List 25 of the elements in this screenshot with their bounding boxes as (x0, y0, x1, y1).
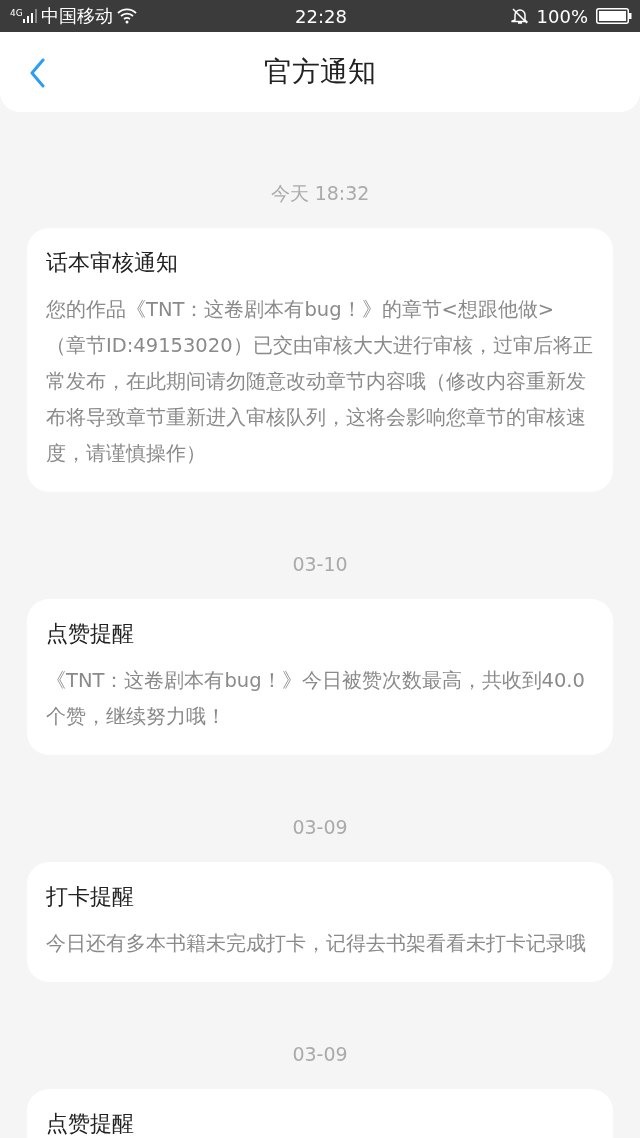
signal-icon (22, 9, 37, 23)
notification-card[interactable]: 点赞提醒 (27, 1089, 613, 1138)
date-label: 03-10 (291, 552, 349, 576)
battery-percent: 100% (536, 5, 588, 27)
page-title: 官方通知 (264, 54, 376, 90)
notification-title: 点赞提醒 (46, 1110, 135, 1138)
notification-card[interactable]: 话本审核通知 您的作品《TNT：这卷剧本有bug！》的章节<想跟他做>（章节ID:49153020）已交由审核大大进行审核，过审后将正常发布，在此期间请勿随意改动章节内容哦（修改内容重新发布将导致章节重新进入审核队列，这将会影响您章节的审核速度，请谨慎操作） (27, 228, 613, 492)
notification-text: 您的作品《TNT：这卷剧本有bug！》的章节<想跟他做>（章节ID:49153020）已交由审核大大进行审核，过审后将正常发布，在此期间请勿随意改动章节内容哦（修改内容重新发布将导致章节重新进入审核队列，这将会影响您章节的审核速度，请谨慎操作） (46, 297, 594, 467)
date-label: 今天 18:32 (269, 181, 371, 205)
battery-icon (596, 8, 632, 24)
back-icon (29, 58, 45, 88)
date-label: 03-09 (291, 1042, 349, 1066)
notification-title: 点赞提醒 (46, 620, 135, 648)
clock-time: 22:28 (295, 5, 347, 27)
network-type: 4G (10, 8, 23, 18)
notification-text: 《TNT：这卷剧本有bug！》今日被赞次数最高，共收到40.0个赞，继续努力哦！ (46, 668, 586, 730)
muted-bell-icon (510, 7, 529, 25)
notification-text: 今日还有多本书籍未完成打卡，记得去书架看看未打卡记录哦 (46, 931, 587, 957)
carrier-name: 中国移动 (40, 4, 113, 28)
notification-card[interactable]: 打卡提醒 今日还有多本书籍未完成打卡，记得去书架看看未打卡记录哦 (27, 862, 613, 982)
notification-title: 打卡提醒 (46, 883, 135, 911)
date-label: 03-09 (291, 815, 349, 839)
wifi-icon (116, 8, 137, 24)
notification-card[interactable]: 点赞提醒 《TNT：这卷剧本有bug！》今日被赞次数最高，共收到40.0个赞，继续努力哦！ (27, 599, 613, 755)
notification-title: 话本审核通知 (46, 249, 179, 277)
